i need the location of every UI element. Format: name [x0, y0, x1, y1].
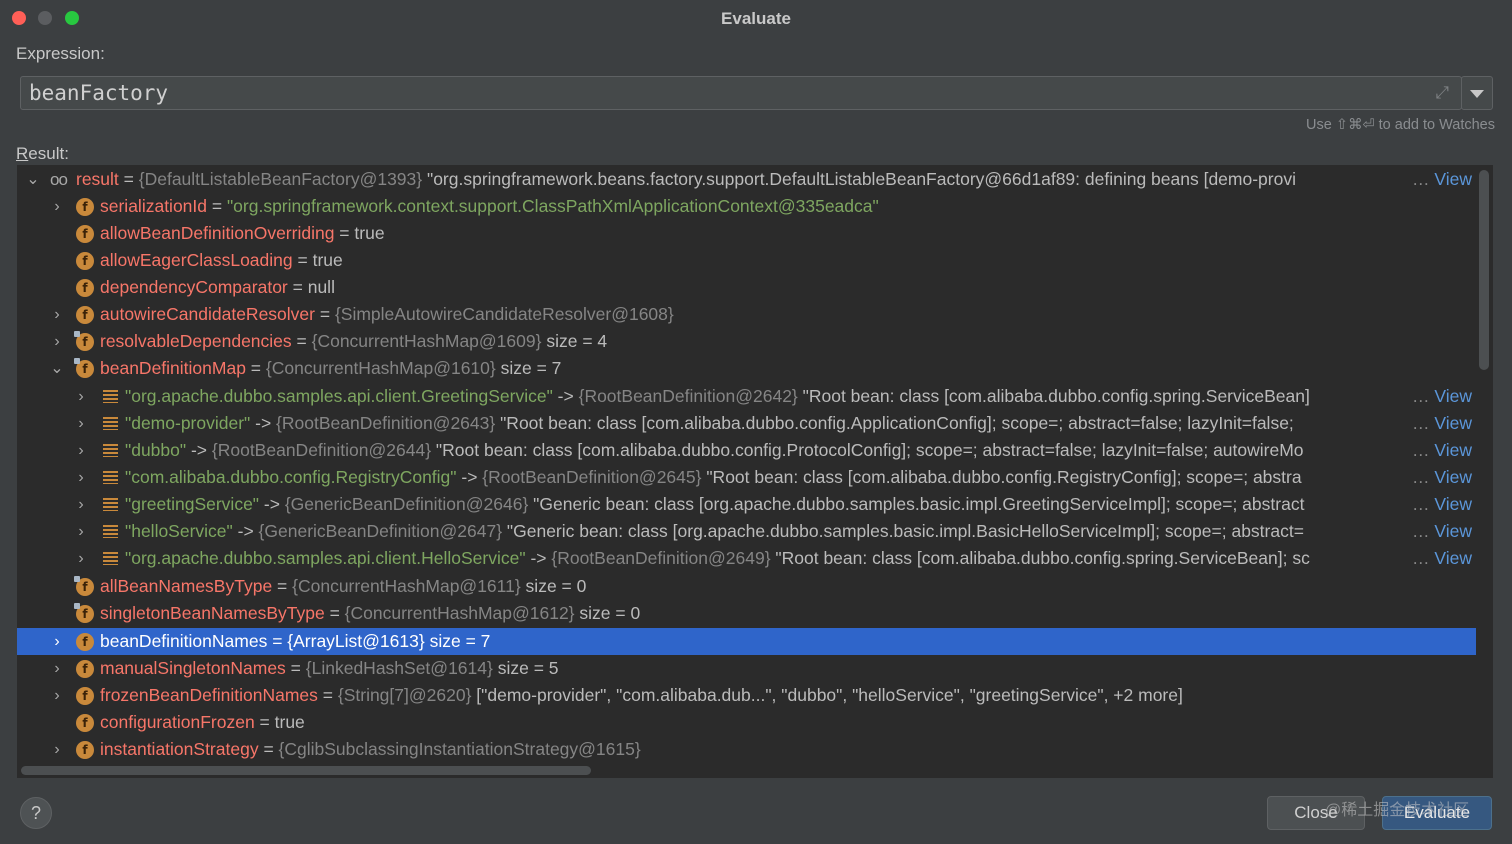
map-entry-icon [103, 498, 118, 511]
tree-row-result[interactable]: ⌄ oo result = {DefaultListableBeanFactor… [17, 166, 1476, 193]
field-icon: f [76, 279, 94, 297]
field-icon: f [76, 306, 94, 324]
chevron-right-icon[interactable]: › [74, 491, 88, 518]
view-link[interactable]: … View [1412, 437, 1476, 464]
chevron-down-icon[interactable]: ⌄ [50, 355, 64, 382]
chevron-right-icon[interactable]: › [50, 682, 64, 709]
field-icon: f [76, 660, 94, 678]
tree-row-map-entry[interactable]: › "org.apache.dubbo.samples.api.client.H… [17, 545, 1476, 572]
tree-row-field[interactable]: › f resolvableDependencies = {Concurrent… [17, 328, 1476, 355]
watch-result-icon: oo [50, 170, 68, 189]
chevron-down-icon [1470, 90, 1484, 98]
horizontal-scrollbar[interactable] [21, 766, 591, 775]
final-field-icon: f [74, 358, 94, 378]
chevron-right-icon[interactable]: › [74, 464, 88, 491]
chevron-right-icon[interactable]: › [74, 437, 88, 464]
tree-row-field[interactable]: f dependencyComparator = null [17, 274, 1476, 301]
tree-row-field[interactable]: › f manualSingletonNames = {LinkedHashSe… [17, 655, 1476, 682]
tree-row-map-entry[interactable]: › "dubbo" -> {RootBeanDefinition@2644} "… [17, 437, 1476, 464]
tree-row-map-entry[interactable]: › "demo-provider" -> {RootBeanDefinition… [17, 410, 1476, 437]
tree-row-map-entry[interactable]: › "greetingService" -> {GenericBeanDefin… [17, 491, 1476, 518]
result-tree[interactable]: ⌄ oo result = {DefaultListableBeanFactor… [17, 165, 1493, 778]
tree-row-field[interactable]: › f instantiationStrategy = {CglibSubcla… [17, 736, 1476, 763]
window-title: Evaluate [721, 9, 791, 28]
view-link[interactable]: … View [1412, 166, 1476, 193]
map-entry-icon [103, 525, 118, 538]
tree-row-field[interactable]: › f serializationId = "org.springframewo… [17, 193, 1476, 220]
tree-row-map-entry[interactable]: › "com.alibaba.dubbo.config.RegistryConf… [17, 464, 1476, 491]
vertical-scrollbar[interactable] [1479, 170, 1489, 370]
field-icon: f [76, 687, 94, 705]
map-entry-icon [103, 417, 118, 430]
map-entry-icon [103, 444, 118, 457]
expand-icon[interactable]: ⤢ [1435, 83, 1449, 103]
expression-input[interactable]: beanFactory [29, 81, 168, 105]
map-entry-icon [103, 552, 118, 565]
watermark: @稀土掘金技术社区 [1325, 802, 1470, 819]
chevron-right-icon[interactable]: › [50, 328, 64, 355]
field-icon: f [76, 225, 94, 243]
tree-row-field[interactable]: ⌄ f beanDefinitionMap = {ConcurrentHashM… [17, 355, 1476, 382]
tree-row-map-entry[interactable]: › "helloService" -> {GenericBeanDefiniti… [17, 518, 1476, 545]
field-icon: f [76, 714, 94, 732]
tree-row-selected[interactable]: › f beanDefinitionNames = {ArrayList@161… [17, 628, 1476, 655]
final-field-icon: f [74, 576, 94, 596]
expression-field[interactable]: beanFactory ⤢ [20, 76, 1462, 110]
tree-row-field[interactable]: f configurationFrozen = true [17, 709, 1476, 736]
tree-row-field[interactable]: › f autowireCandidateResolver = {SimpleA… [17, 301, 1476, 328]
history-dropdown-button[interactable] [1461, 76, 1493, 110]
view-link[interactable]: … View [1412, 410, 1476, 437]
field-icon: f [76, 633, 94, 651]
view-link[interactable]: … View [1412, 518, 1476, 545]
help-button[interactable]: ? [20, 797, 52, 829]
map-entry-icon [103, 471, 118, 484]
tree-row-field[interactable]: f allowEagerClassLoading = true [17, 247, 1476, 274]
chevron-right-icon[interactable]: › [74, 410, 88, 437]
expression-label: Expression: [16, 44, 105, 63]
view-link[interactable]: … View [1412, 491, 1476, 518]
tree-row-field[interactable]: f allowBeanDefinitionOverriding = true [17, 220, 1476, 247]
chevron-right-icon[interactable]: › [50, 655, 64, 682]
chevron-right-icon[interactable]: › [50, 301, 64, 328]
chevron-right-icon[interactable]: › [74, 545, 88, 572]
view-link[interactable]: … View [1412, 383, 1476, 410]
chevron-right-icon[interactable]: › [74, 518, 88, 545]
watch-hint: Use ⇧⌘⏎ to add to Watches [1306, 117, 1495, 133]
tree-row-field[interactable]: f allBeanNamesByType = {ConcurrentHashMa… [17, 573, 1476, 600]
result-label: Result: [16, 144, 69, 163]
chevron-right-icon[interactable]: › [50, 736, 64, 763]
chevron-down-icon[interactable]: ⌄ [26, 166, 40, 193]
final-field-icon: f [74, 603, 94, 623]
tree-row-map-entry[interactable]: › "org.apache.dubbo.samples.api.client.G… [17, 383, 1476, 410]
field-icon: f [76, 198, 94, 216]
chevron-right-icon[interactable]: › [50, 628, 64, 655]
field-icon: f [76, 741, 94, 759]
tree-row-field[interactable]: f singletonBeanNamesByType = {Concurrent… [17, 600, 1476, 627]
final-field-icon: f [74, 331, 94, 351]
title-bar: Evaluate [0, 0, 1512, 38]
view-link[interactable]: … View [1412, 464, 1476, 491]
map-entry-icon [103, 390, 118, 403]
view-link[interactable]: … View [1412, 545, 1476, 572]
chevron-right-icon[interactable]: › [50, 193, 64, 220]
field-icon: f [76, 252, 94, 270]
chevron-right-icon[interactable]: › [74, 383, 88, 410]
tree-row-field[interactable]: › f frozenBeanDefinitionNames = {String[… [17, 682, 1476, 709]
